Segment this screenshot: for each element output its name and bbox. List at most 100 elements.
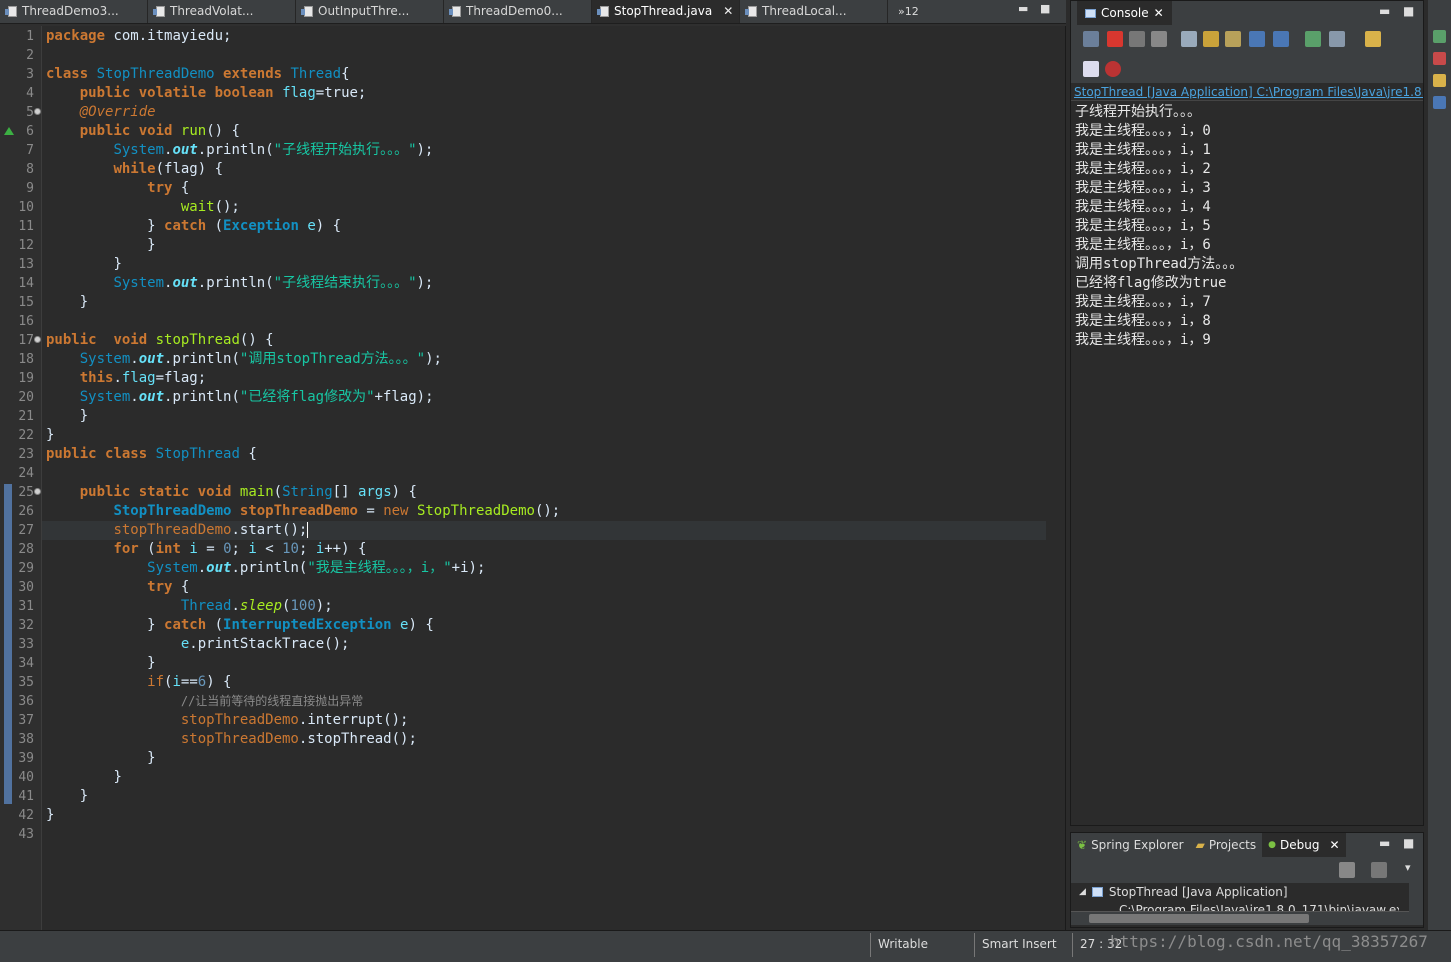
code-line: }	[79, 294, 89, 310]
code-line: }	[79, 408, 89, 424]
code-line: @Override	[79, 104, 156, 120]
task-icon[interactable]	[1433, 74, 1446, 87]
remove-all-icon[interactable]	[1151, 31, 1167, 47]
editor-tab[interactable]: ThreadDemo0...	[444, 0, 592, 23]
java-file-icon	[5, 5, 17, 17]
editor-tab-active[interactable]: StopThread.java ✕	[592, 0, 740, 23]
writable-status: Writable	[878, 937, 928, 951]
console-line: 我是主线程。。。，i，5	[1075, 218, 1211, 234]
code-line: } catch (Exception e) {	[46, 218, 342, 234]
tree-subitem[interactable]: C:\Program Files\Java\jre1.8.0_171\bin\j…	[1119, 903, 1399, 911]
pin-console-icon[interactable]	[1305, 31, 1321, 47]
close-icon[interactable]: ✕	[1329, 838, 1339, 852]
code-line: package com.itmayiedu;	[46, 28, 232, 44]
editor-tab[interactable]: ThreadVolat...	[148, 0, 296, 23]
console-options-icon[interactable]	[1083, 61, 1099, 77]
code-editor[interactable]: 1 2 3 4 5 6 7 8 9 10 11 12 13 14 15 16 17 18 19 20 21 22 23 24 2…	[0, 26, 1066, 930]
java-file-icon	[597, 5, 609, 17]
code-line: System.out.println("子线程结束执行。。。");	[113, 275, 434, 291]
editor-tab[interactable]: OutInputThre...	[296, 0, 444, 23]
debug-range-marker	[4, 484, 12, 804]
minimize-icon[interactable]: ▬	[1018, 2, 1028, 15]
scroll-lock-icon[interactable]	[1203, 31, 1219, 47]
line-number: 22	[18, 428, 34, 443]
line-number: 13	[18, 257, 34, 272]
console-line: 我是主线程。。。，i，1	[1075, 142, 1211, 158]
console-toolbar	[1071, 25, 1423, 83]
debug-tree[interactable]: ◢ StopThread [Java Application] C:\Progr…	[1071, 883, 1423, 927]
clear-console-icon[interactable]	[1181, 31, 1197, 47]
tab-debug[interactable]: ● Debug ✕	[1262, 833, 1346, 857]
code-line: if(i==6) {	[147, 674, 232, 690]
code-line: public static void main(String[] args) {	[79, 484, 417, 500]
line-number: 7	[26, 143, 34, 158]
console-output[interactable]: 子线程开始执行。。。 我是主线程。。。，i，0 我是主线程。。。，i，1 我是主线程。…	[1071, 101, 1423, 352]
word-wrap-icon[interactable]	[1225, 31, 1241, 47]
remove-launch-icon[interactable]	[1129, 31, 1145, 47]
console-line: 我是主线程。。。，i，9	[1075, 332, 1211, 348]
line-number: 9	[26, 181, 34, 196]
code-line: }	[113, 256, 122, 272]
outline-icon[interactable]	[1433, 96, 1446, 109]
tree-item[interactable]: ◢ StopThread [Java Application]	[1079, 885, 1288, 899]
editor-tab[interactable]: ThreadDemo3...	[0, 0, 148, 23]
horizontal-scrollbar[interactable]	[1071, 911, 1409, 925]
show-stdout-icon[interactable]	[1249, 31, 1265, 47]
close-icon[interactable]: ✕	[723, 4, 733, 18]
code-line: try {	[147, 180, 190, 196]
tab-projects[interactable]: ▰ Projects	[1190, 833, 1263, 857]
java-file-icon	[301, 5, 313, 17]
code-line: }	[46, 807, 55, 823]
code-line: StopThreadDemo stopThreadDemo = new Stop…	[113, 503, 561, 519]
insert-mode-status: Smart Insert	[982, 937, 1057, 951]
pin-icon[interactable]	[1083, 31, 1099, 47]
code-line: System.out.println("我是主线程。。。，i，"+i);	[147, 560, 486, 576]
line-number: 24	[18, 466, 34, 481]
fold-marker-icon[interactable]	[34, 488, 41, 495]
console-line: 我是主线程。。。，i，7	[1075, 294, 1211, 310]
show-stderr-icon[interactable]	[1273, 31, 1289, 47]
editor-tab[interactable]: ThreadLocal...	[740, 0, 888, 23]
line-number: 16	[18, 314, 34, 329]
code-line: System.out.println("调用stopThread方法。。。");	[79, 351, 442, 367]
code-line-current: stopThreadDemo.start();	[46, 521, 317, 540]
scrollbar-thumb[interactable]	[1089, 914, 1309, 923]
open-console-icon[interactable]	[1365, 31, 1381, 47]
debug-icon[interactable]	[1105, 61, 1121, 77]
code-line: }	[46, 427, 55, 443]
minimize-icon[interactable]: ▬	[1379, 836, 1390, 850]
more-tabs-button[interactable]: »12	[898, 5, 919, 18]
restore-icon[interactable]	[1433, 30, 1446, 43]
minimize-icon[interactable]: ▬	[1379, 4, 1390, 18]
line-number: 8	[26, 162, 34, 177]
code-line: }	[147, 750, 156, 766]
expand-arrow-icon[interactable]: ◢	[1079, 887, 1086, 897]
tab-spring-explorer[interactable]: ❦ Spring Explorer	[1071, 833, 1190, 857]
error-log-icon[interactable]	[1433, 52, 1446, 65]
code-line: e.printStackTrace();	[180, 636, 350, 652]
code-line: }	[147, 237, 156, 253]
code-line: System.out.println("子线程开始执行。。。");	[113, 142, 434, 158]
code-line: public void run() {	[79, 123, 240, 139]
chevron-down-icon[interactable]: ▾	[1405, 861, 1411, 874]
fold-marker-icon[interactable]	[34, 108, 41, 115]
right-trim-bar	[1428, 0, 1451, 930]
line-number: 20	[18, 390, 34, 405]
java-file-icon	[449, 5, 461, 17]
fold-marker-icon[interactable]	[34, 336, 41, 343]
separator	[974, 933, 975, 957]
console-view: Console ✕ ▬ ■ StopThread [Java Applicati…	[1070, 0, 1424, 826]
remove-all-icon[interactable]	[1339, 862, 1355, 878]
maximize-icon[interactable]: ■	[1040, 2, 1050, 15]
console-tab[interactable]: Console ✕	[1077, 1, 1172, 25]
maximize-icon[interactable]: ■	[1403, 836, 1414, 850]
code-line: } catch (InterruptedException e) {	[46, 617, 434, 633]
line-number: 11	[18, 219, 34, 234]
close-icon[interactable]: ✕	[1154, 6, 1164, 20]
vertical-scrollbar[interactable]	[1409, 883, 1423, 925]
view-menu-icon[interactable]	[1371, 862, 1387, 878]
terminate-icon[interactable]	[1107, 31, 1123, 47]
maximize-icon[interactable]: ■	[1403, 4, 1414, 18]
code-line: public volatile boolean flag=true;	[79, 85, 367, 101]
display-console-icon[interactable]	[1329, 31, 1345, 47]
